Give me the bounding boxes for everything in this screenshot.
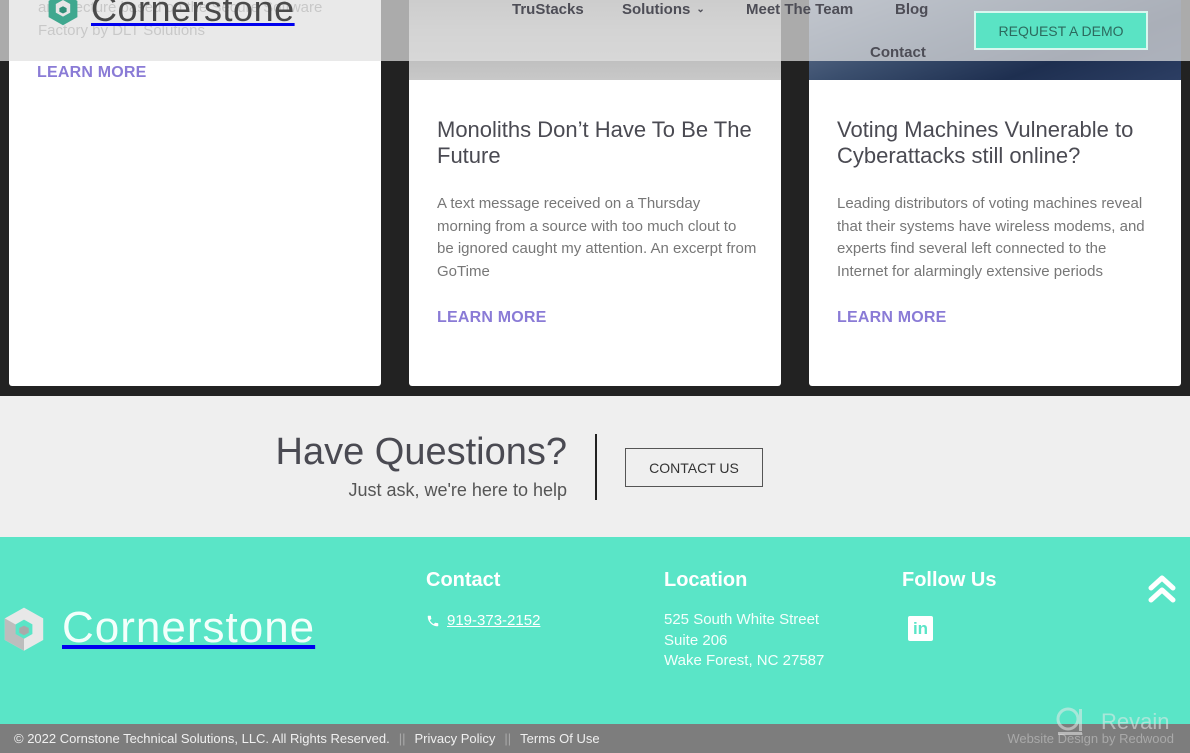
cornerstone-logo-icon: [48, 0, 78, 26]
cornerstone-logo-icon: [4, 607, 44, 651]
footer-logo-text: Cornerstone: [62, 603, 316, 652]
questions-subtitle: Just ask, we're here to help: [348, 480, 567, 500]
privacy-policy-link[interactable]: Privacy Policy: [414, 731, 495, 746]
questions-title: Have Questions?: [275, 431, 568, 473]
nav-meet-the-team[interactable]: Meet The Team: [746, 1, 853, 18]
follow-heading: Follow Us: [902, 569, 997, 591]
double-chevron-up-icon: [1148, 575, 1176, 603]
logo-text: Cornerstone: [91, 0, 295, 29]
phone-number: 919-373-2152: [447, 612, 541, 629]
phone-icon: [427, 615, 439, 626]
card-excerpt: A text message received on a Thursday mo…: [437, 195, 757, 281]
nav-solutions[interactable]: Solutions ⌄: [622, 1, 705, 18]
address-line: Suite 206: [664, 631, 728, 649]
address-line: 525 South White Street: [664, 611, 820, 628]
learn-more-link[interactable]: LEARN MORE: [837, 309, 947, 327]
location-heading: Location: [664, 569, 748, 591]
contact-us-button[interactable]: CONTACT US: [625, 448, 763, 487]
request-demo-button[interactable]: REQUEST A DEMO: [974, 11, 1148, 50]
site-footer: Cornerstone Contact 919-373-2152 Locatio…: [0, 537, 1190, 724]
nav-contact[interactable]: Contact: [870, 44, 926, 61]
address-line: Wake Forest, NC 27587: [664, 652, 825, 670]
separator: ||: [398, 731, 406, 746]
phone-link[interactable]: 919-373-2152: [426, 612, 540, 629]
revain-label: Revain: [1101, 709, 1170, 734]
address: 525 South White Street Suite 206 Wake Fo…: [664, 610, 824, 672]
separator: ||: [504, 731, 512, 746]
vertical-divider: [595, 434, 597, 500]
bottom-bar: © 2022 Cornstone Technical Solutions, LL…: [0, 724, 1190, 753]
revain-logo-icon: [1056, 707, 1082, 735]
contact-heading: Contact: [426, 569, 501, 591]
linkedin-icon[interactable]: in: [908, 616, 933, 641]
site-header: Cornerstone TruStacks Solutions ⌄ Meet Th…: [0, 0, 1190, 61]
nav-solutions-label: Solutions: [622, 1, 691, 18]
learn-more-link[interactable]: LEARN MORE: [37, 64, 147, 82]
revain-watermark: Revain: [1055, 706, 1169, 738]
bottom-links: © 2022 Cornstone Technical Solutions, LL…: [14, 731, 600, 746]
questions-section: Have Questions? Just ask, we're here to …: [0, 396, 1190, 537]
card-title[interactable]: Monoliths Don’t Have To Be The Future: [437, 117, 757, 169]
nav-trustacks[interactable]: TruStacks: [512, 1, 584, 18]
card-title[interactable]: Voting Machines Vulnerable to Cyberattac…: [837, 117, 1157, 169]
terms-of-use-link[interactable]: Terms Of Use: [520, 731, 599, 746]
learn-more-link[interactable]: LEARN MORE: [437, 309, 547, 327]
nav-blog[interactable]: Blog: [895, 1, 928, 18]
chevron-down-icon: ⌄: [696, 4, 705, 15]
copyright-text: © 2022 Cornstone Technical Solutions, LL…: [14, 731, 390, 746]
footer-logo[interactable]: Cornerstone: [0, 603, 315, 653]
scroll-to-top-button[interactable]: [1148, 573, 1176, 605]
header-logo[interactable]: Cornerstone: [45, 0, 295, 30]
card-excerpt: Leading distributors of voting machines …: [837, 195, 1145, 281]
